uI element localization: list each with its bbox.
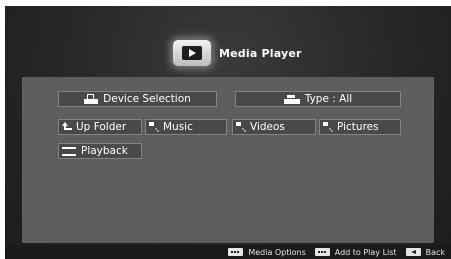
up-folder-button[interactable]: Up Folder (58, 119, 142, 135)
back-hint[interactable]: Back (405, 247, 445, 257)
music-label: Music (163, 121, 193, 133)
device-icon (84, 94, 99, 104)
media-options-hint[interactable]: Media Options (228, 247, 306, 257)
playback-icon (62, 146, 76, 156)
videos-label: Videos (250, 121, 285, 133)
media-options-label: Media Options (248, 247, 306, 257)
type-filter-label: Type : All (304, 93, 353, 105)
media-player-logo-icon (173, 40, 211, 66)
back-arrow-icon (405, 248, 421, 256)
playback-button[interactable]: Playback (58, 143, 142, 159)
browser-panel: Device Selection Type : All Up Folder Mu… (22, 77, 434, 243)
pictures-label: Pictures (337, 121, 379, 133)
remote-key-icon (314, 248, 330, 256)
app-title: Media Player (219, 46, 302, 60)
music-folder-button[interactable]: Music (145, 119, 227, 135)
up-folder-label: Up Folder (76, 121, 127, 133)
back-label: Back (425, 247, 445, 257)
videos-folder-button[interactable]: Videos (232, 119, 316, 135)
add-to-play-list-hint[interactable]: Add to Play List (314, 247, 397, 257)
remote-key-icon (228, 248, 244, 256)
footer-hint-bar: Media Options Add to Play List Back (5, 245, 451, 259)
app-header: Media Player (173, 38, 302, 68)
device-selection-button[interactable]: Device Selection (58, 91, 217, 107)
folder-icon (236, 122, 248, 132)
folder-icon (323, 122, 335, 132)
add-to-play-list-label: Add to Play List (334, 247, 397, 257)
type-icon (283, 94, 300, 104)
playback-label: Playback (81, 145, 128, 157)
pictures-folder-button[interactable]: Pictures (319, 119, 401, 135)
folder-icon (149, 122, 161, 132)
device-selection-label: Device Selection (103, 93, 191, 105)
type-filter-button[interactable]: Type : All (235, 91, 401, 107)
up-folder-icon (62, 122, 73, 132)
